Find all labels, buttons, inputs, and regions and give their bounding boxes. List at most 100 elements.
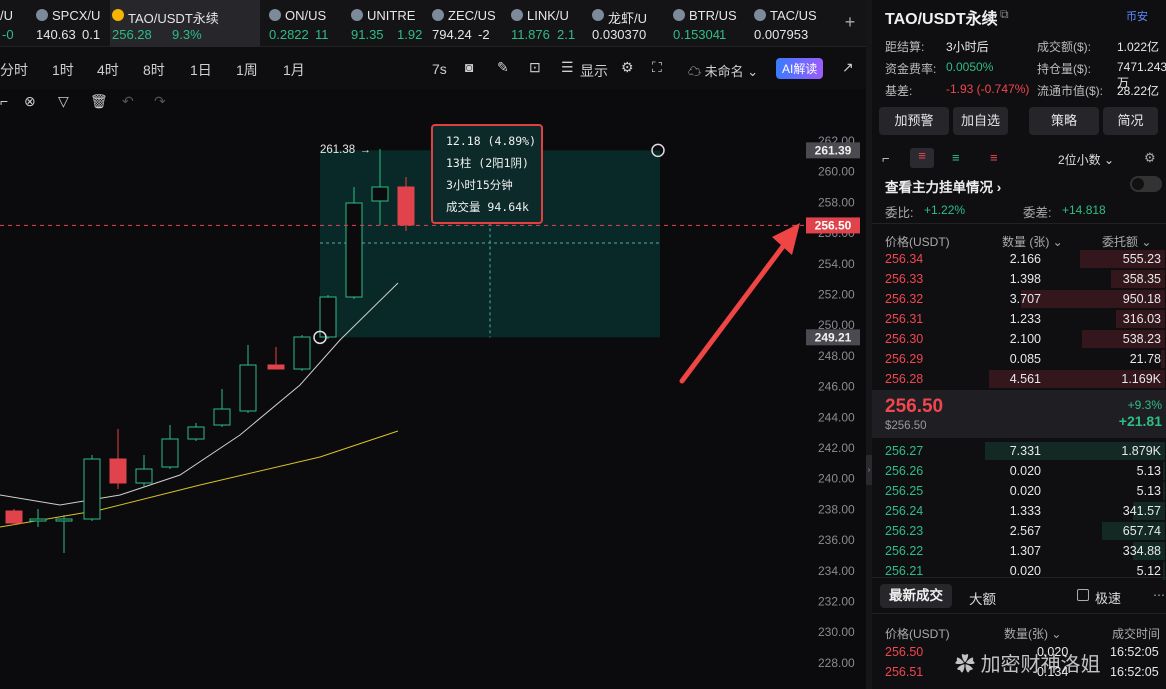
orderbook-row[interactable]: 256.28 4.561 1.169K [873,369,1165,389]
trade-header-qty[interactable]: 数量(张) ⌄ [1004,625,1061,642]
price-axis-label: 260.00 [818,165,855,179]
share-icon[interactable]: ↗ [842,59,854,76]
pen-icon[interactable]: ✎ [497,59,509,76]
ticker-tab[interactable]: ON/US 0.2822 11 [267,0,345,47]
filter-icon[interactable]: ▽ [58,93,69,110]
display-button[interactable]: 显示 [580,61,608,81]
ticker-tab[interactable]: BTR/US 0.15304 1 [671,0,749,47]
ob-amount: 358.35 [1122,272,1161,286]
orderbook-mode-icon[interactable]: ⌐ [882,151,890,166]
badge-low: 249.21 [815,330,852,344]
orderbook-row[interactable]: 256.29 0.085 21.78 [873,349,1165,369]
ob-price: 256.26 [885,464,924,478]
main-orders-link[interactable]: 查看主力挂单情况 › [885,176,1001,196]
ob-amount: 1.879K [1121,444,1161,458]
orderbook-bids-icon[interactable]: ≡ [952,150,960,165]
orderbook-row[interactable]: 256.21 0.020 5.12 [873,561,1165,581]
tab-large-trades[interactable]: 大额 [969,588,996,608]
ticker-tab[interactable]: TAO/USDT永续 256.28 9.3% [110,0,260,47]
timeframe-5[interactable]: 1周 [236,60,258,80]
draw-tool-icon[interactable]: ⌐ [0,93,8,109]
add-indicator-icon[interactable]: ⊡ [529,59,541,76]
ticker-tab-bar: /U -0 SPCX/U 140.63 0.1 TAO/USDT永续 256.28 9.3% O… [0,0,870,47]
timeframe-3[interactable]: 8时 [143,60,165,80]
ob-price: 256.27 [885,444,924,458]
price-axis-label: 242.00 [818,441,855,455]
ticker-tab[interactable]: LINK/U 11.876 2.1 [509,0,587,47]
ticker-tab[interactable]: /U -0 [0,0,32,47]
main-orders-toggle[interactable] [1130,176,1162,192]
stat-value: -1.93 (-0.747%) [946,82,1030,96]
panel-button-0[interactable]: 加预警 [879,107,949,135]
list-icon[interactable]: ☰ [561,59,574,76]
panel-button-2[interactable]: 策略 [1029,107,1099,135]
price-axis-label: 228.00 [818,656,855,670]
copy-icon[interactable]: ⧉ [1000,7,1009,22]
redo-icon[interactable]: ↷ [154,93,166,110]
ob-price: 256.29 [885,352,924,366]
price-axis-label: 236.00 [818,533,855,547]
magnet-icon[interactable]: ⊗ [24,93,36,110]
orderbook-row[interactable]: 256.26 0.020 5.13 [873,461,1165,481]
orderbook-row[interactable]: 256.34 2.166 555.23 [873,249,1165,269]
orderbook-row[interactable]: 256.30 2.100 538.23 [873,329,1165,349]
ai-analysis-button[interactable]: AI解读 [776,58,824,79]
panel-button-1[interactable]: 加自选 [953,107,1008,135]
orderbook-row[interactable]: 256.27 7.331 1.879K [873,441,1165,461]
ob-header-price: 价格(USDT) [885,235,950,249]
orderbook-row[interactable]: 256.24 1.333 341.57 [873,501,1165,521]
watermark: ✿ 加密财神洛姐 [955,648,1101,677]
orderbook-asks-icon[interactable]: ≡ [990,150,998,165]
add-tab-icon[interactable]: + [840,12,860,32]
ob-price: 256.21 [885,564,924,578]
ob-qty: 2.567 [1009,524,1041,538]
exchange-link[interactable]: 币安 [1126,8,1148,24]
layout-name-dropdown[interactable]: ☁ 未命名 ⌄ [688,61,758,80]
candle-body [397,186,415,226]
timeframe-2[interactable]: 4时 [97,60,119,80]
timeframe-1[interactable]: 1时 [52,60,74,80]
price-axis-label: 244.00 [818,410,855,424]
coin-icon [112,9,124,21]
orderbook-row[interactable]: 256.33 1.398 358.35 [873,269,1165,289]
interval-label[interactable]: 7s [432,61,447,77]
orderbook-row[interactable]: 256.23 2.567 657.74 [873,521,1165,541]
price-axis-label: 230.00 [818,625,855,639]
fast-checkbox[interactable] [1077,589,1089,601]
ticker-tab[interactable]: TAC/US 0.007953 [752,0,830,47]
camera-icon[interactable]: ◙ [465,59,473,75]
timeframe-0[interactable]: 分时 [0,60,28,80]
ob-header-amount[interactable]: 委托额 ⌄ [1102,233,1151,250]
orderbook-row[interactable]: 256.22 1.307 334.88 [873,541,1165,561]
orderbook-row[interactable]: 256.32 3.707 950.18 [873,289,1165,309]
settings-icon[interactable]: ⚙ [621,59,634,76]
fullscreen-icon[interactable]: ⛶ [652,59,662,76]
ma-yellow-line [0,430,399,528]
orderbook-row[interactable]: 256.25 0.020 5.13 [873,481,1165,501]
ticker-tab[interactable]: 龙虾/U 0.030370 [590,0,668,47]
measure-line-0: 12.18 (4.89%) [446,134,536,148]
candle-body [319,296,337,338]
precision-dropdown[interactable]: 2位小数 ⌄ [1058,151,1114,168]
more-icon[interactable]: ⋯ [1153,588,1165,602]
ticker-tab[interactable]: ZEC/US 794.24 -2 [430,0,508,47]
ticker-price: 91.35 [351,27,384,42]
ticker-tab[interactable]: SPCX/U 140.63 0.1 [34,0,112,47]
depth-bar [1163,482,1165,500]
orderbook-row[interactable]: 256.31 1.233 316.03 [873,309,1165,329]
undo-icon[interactable]: ↶ [122,93,134,110]
tab-latest-trades[interactable]: 最新成交 [880,584,952,608]
timeframe-6[interactable]: 1月 [283,60,305,80]
ticker-tab[interactable]: UNITRE 91.35 1.92 [349,0,427,47]
orderbook-settings-icon[interactable]: ⚙ [1144,150,1156,166]
orderbook-both-icon[interactable]: ≡ [910,148,934,168]
timeframe-4[interactable]: 1日 [190,60,212,80]
candle-body [135,468,153,484]
ob-header-qty[interactable]: 数量 (张) ⌄ [1002,233,1063,250]
diff-label: 委差: [1023,206,1052,220]
coin-icon [36,9,48,21]
trash-icon[interactable]: 🗑 [90,93,108,110]
panel-button-3[interactable]: 简况 [1103,107,1158,135]
candlestick-chart[interactable]: 262.00260.00258.00256.00254.00252.00250.… [0,115,866,689]
depth-bar [1161,350,1165,368]
